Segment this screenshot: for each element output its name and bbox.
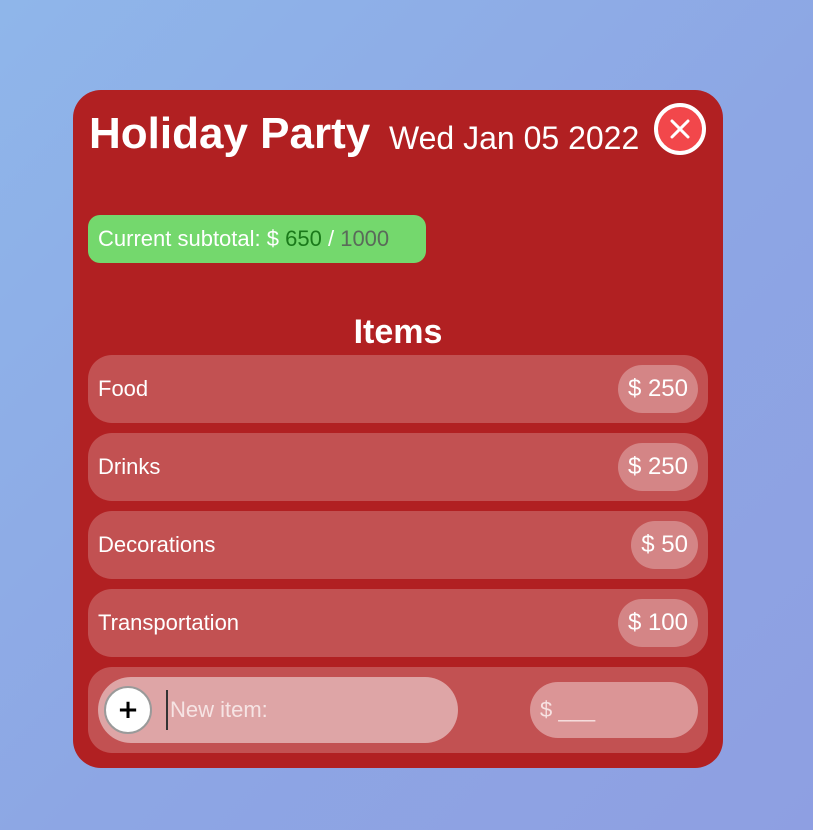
add-item-button[interactable]: + — [104, 686, 152, 734]
item-price[interactable]: $ 250 — [617, 443, 698, 491]
item-name: Decorations — [98, 532, 216, 557]
new-item-row: + — [88, 667, 708, 753]
list-item[interactable]: Food $ 250 — [88, 355, 708, 423]
list-item[interactable]: Decorations $ 50 — [88, 511, 708, 579]
subtotal-separator: / — [327, 226, 335, 251]
item-name: Transportation — [98, 610, 240, 635]
subtotal-badge: Current subtotal: $ 650 / 1000 — [88, 215, 426, 263]
new-item-name-container: + — [98, 677, 458, 743]
close-icon — [670, 119, 690, 139]
new-item-price-input[interactable] — [530, 682, 698, 738]
items-heading: Items — [353, 313, 443, 351]
event-card: Holiday Party Wed Jan 05 2022 Current su… — [73, 90, 723, 768]
list-item[interactable]: Drinks $ 250 — [88, 433, 708, 501]
item-name: Food — [98, 376, 149, 401]
subtotal-budget: 1000 — [340, 226, 390, 251]
subtotal-label: Current subtotal: $ — [98, 226, 279, 251]
event-date: Wed Jan 05 2022 — [389, 120, 640, 156]
close-button[interactable] — [654, 103, 706, 155]
item-price[interactable]: $ 250 — [617, 365, 698, 413]
event-title: Holiday Party — [89, 109, 371, 158]
plus-icon: + — [117, 695, 139, 725]
subtotal-current: 650 — [285, 226, 322, 251]
new-item-name-input[interactable] — [166, 690, 450, 730]
item-name: Drinks — [98, 454, 161, 479]
item-price[interactable]: $ 100 — [617, 599, 698, 647]
list-item[interactable]: Transportation $ 100 — [88, 589, 708, 657]
item-price[interactable]: $ 50 — [631, 521, 698, 569]
